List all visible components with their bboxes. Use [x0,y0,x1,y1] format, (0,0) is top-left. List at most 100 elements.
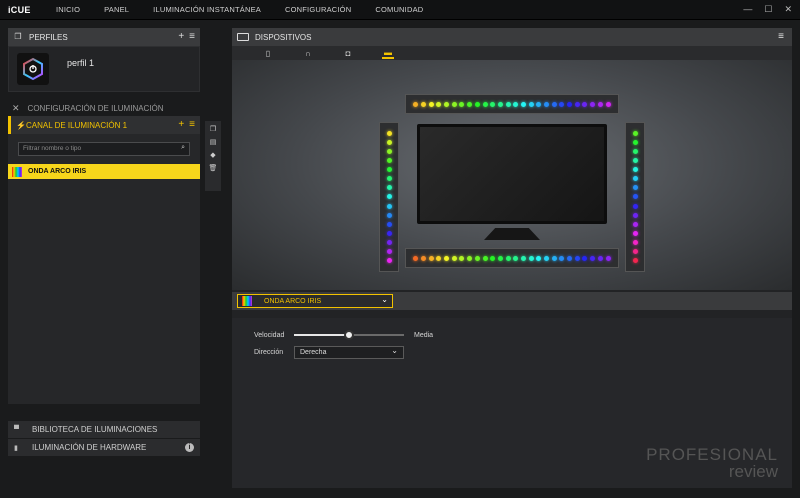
led [386,131,392,137]
led [467,101,473,107]
led [444,255,450,261]
effect-item-label: ONDA ARCO IRIS [28,168,87,175]
filter-placeholder: Filtrar nombre o tipo [23,145,82,152]
led [559,101,565,107]
led [386,194,392,200]
effects-list: Filtrar nombre o tipo ⌕ ONDA ARCO IRIS [8,134,200,404]
hardware-lighting-row[interactable]: ▮ ILUMINACIÓN DE HARDWARE i [8,438,200,456]
profiles-menu-button[interactable]: ≡ [189,31,195,42]
led [632,257,638,263]
add-effect-button[interactable]: + [178,119,184,130]
filter-input[interactable]: Filtrar nombre o tipo ⌕ [18,142,190,156]
led [528,101,534,107]
led [597,255,603,261]
led [490,101,496,107]
channel-menu-button[interactable]: ≡ [189,119,195,130]
led [632,131,638,137]
led [597,101,603,107]
speed-value: Media [414,331,434,339]
lighting-config-row[interactable]: ✕ CONFIGURACIÓN DE ILUMINACIÓN [8,100,200,116]
led [482,255,488,261]
led [386,257,392,263]
led-strip-icon[interactable]: ▬ [382,48,394,59]
device-hub-icon[interactable]: ◘ [342,49,354,58]
led [536,101,542,107]
move-effect-icon[interactable]: ◆ [210,151,215,159]
maximize-button[interactable]: ☐ [764,4,772,15]
led [451,101,457,107]
effect-toolstrip: ❐ ▤ ◆ 🗑 [205,121,221,191]
effect-dropdown-value: ONDA ARCO IRIS [264,297,322,305]
led [467,255,473,261]
nav-configuracion[interactable]: CONFIGURACIÓN [285,5,351,14]
devices-menu-icon[interactable]: ≡ [778,31,784,42]
app-logo: iCUE [8,4,31,15]
lighting-library-row[interactable]: ▀ BIBLIOTECA DE ILUMINACIONES [8,420,200,438]
nav-iluminacion-instantanea[interactable]: ILUMINACIÓN INSTANTÁNEA [153,5,261,14]
tools-icon: ✕ [12,102,20,113]
led [632,158,638,164]
speed-slider[interactable] [294,328,404,342]
main-nav: INICIO PANEL ILUMINACIÓN INSTANTÁNEA CON… [56,5,447,14]
led [428,255,434,261]
profiles-header: ❐ PERFILES + ≡ [8,28,200,46]
led-strip-top[interactable] [405,94,619,114]
led [386,140,392,146]
copy-effect-icon[interactable]: ❐ [210,125,216,133]
devices-panel: DISPOSITIVOS ≡ ▯ ∩ ◘ ▬ ONDA ARCO IRIS ⌄ … [232,28,792,488]
effect-item-rainbow-wave[interactable]: ONDA ARCO IRIS [8,164,200,179]
add-profile-button[interactable]: + [178,31,184,42]
delete-effect-icon[interactable]: 🗑 [209,164,218,172]
chevron-down-icon: ⌄ [391,346,398,355]
led [574,101,580,107]
led [567,255,573,261]
info-icon[interactable]: i [185,443,194,452]
led-strip-bottom[interactable] [405,248,619,268]
speed-slider-thumb[interactable] [344,330,354,340]
led [490,255,496,261]
led [386,239,392,245]
minimize-button[interactable]: — [743,4,752,15]
led [528,255,534,261]
led [632,203,638,209]
led [451,255,457,261]
led [582,101,588,107]
led [421,255,427,261]
led [497,101,503,107]
close-button[interactable]: ✕ [784,4,792,15]
led-strip-left[interactable] [379,122,399,272]
led [386,248,392,254]
led [632,230,638,236]
led [459,101,465,107]
led [436,101,442,107]
led [474,101,480,107]
devices-title: DISPOSITIVOS [255,32,312,42]
nav-panel[interactable]: PANEL [104,5,129,14]
led-strip-right[interactable] [625,122,645,272]
led [536,255,542,261]
led [513,101,519,107]
led [497,255,503,261]
led [520,255,526,261]
watermark-line1: PROFESIONAL [646,445,778,464]
monitor-stand [484,228,540,240]
speed-label: Velocidad [254,331,285,339]
nav-inicio[interactable]: INICIO [56,5,80,14]
headset-icon[interactable]: ∩ [302,49,314,58]
led [551,255,557,261]
direction-row: Dirección Derecha ⌄ [254,346,404,359]
direction-dropdown[interactable]: Derecha ⌄ [294,346,404,359]
paste-effect-icon[interactable]: ▤ [210,138,217,146]
led [386,176,392,182]
effect-dropdown[interactable]: ONDA ARCO IRIS ⌄ [237,294,393,308]
profile-item[interactable]: perfil 1 [8,46,200,92]
led [590,255,596,261]
nav-comunidad[interactable]: COMUNIDAD [375,5,423,14]
lighting-config-title: CONFIGURACIÓN DE ILUMINACIÓN [27,103,164,113]
profile-icon [17,53,49,85]
rainbow-swatch-icon [12,166,22,177]
copy-icon: ❐ [14,32,22,41]
led [632,149,638,155]
mouse-icon[interactable]: ▯ [262,49,274,58]
led [386,149,392,155]
